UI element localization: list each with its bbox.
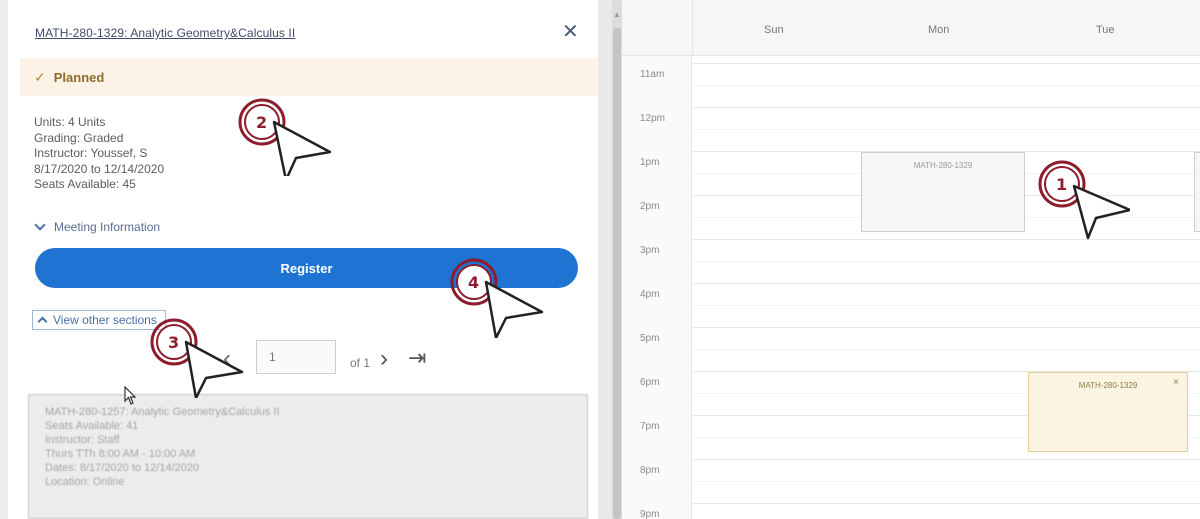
other-section-card[interactable]: MATH-280-1257: Analytic Geometry&Calculu… xyxy=(28,394,588,519)
tutorial-marker-3: 3 xyxy=(150,318,244,398)
other-section-location: Location: Online xyxy=(45,476,125,488)
time-label: 2pm xyxy=(640,201,660,212)
hour-gridline xyxy=(692,459,1200,460)
day-header-tue: Tue xyxy=(1096,24,1115,36)
other-section-title: MATH-280-1257: Analytic Geometry&Calculu… xyxy=(45,406,280,418)
time-label: 12pm xyxy=(640,113,666,124)
chevron-up-icon xyxy=(37,316,48,327)
remove-event-icon[interactable]: × xyxy=(1173,377,1179,388)
scrollbar-thumb[interactable] xyxy=(613,28,621,519)
calendar-event-tue[interactable]: MATH-280-1329 × xyxy=(1028,372,1188,452)
marker-number: 4 xyxy=(468,273,479,292)
half-hour-gridline xyxy=(692,481,1200,482)
cursor-arrow-icon xyxy=(1072,184,1130,240)
event-label: MATH-280-1329 xyxy=(1078,381,1138,390)
half-hour-gridline xyxy=(692,261,1200,262)
course-details: Units: 4 Units Grading: Graded Instructo… xyxy=(34,115,164,193)
next-page-icon[interactable]: › xyxy=(380,345,388,373)
hour-gridline xyxy=(692,283,1200,284)
time-label: 6pm xyxy=(640,377,660,388)
close-icon[interactable]: ✕ xyxy=(562,22,579,42)
other-section-seats: Seats Available: 41 xyxy=(45,420,139,432)
half-hour-gridline xyxy=(692,85,1200,86)
cursor-arrow-icon xyxy=(184,340,244,398)
seats-text: Seats Available: 45 xyxy=(34,177,136,191)
status-label: Planned xyxy=(53,69,105,85)
hour-gridline xyxy=(692,503,1200,504)
meeting-information-toggle[interactable]: Meeting Information xyxy=(34,219,161,234)
hour-gridline xyxy=(692,327,1200,328)
half-hour-gridline xyxy=(692,349,1200,350)
chevron-down-icon xyxy=(34,219,46,231)
half-hour-gridline xyxy=(692,129,1200,130)
time-label: 5pm xyxy=(640,333,660,344)
calendar-event-mon[interactable]: MATH-280-1329 xyxy=(861,152,1025,232)
other-section-dates: Dates: 8/17/2020 to 12/14/2020 xyxy=(45,462,200,474)
mouse-pointer-icon xyxy=(124,386,137,405)
check-icon: ✓ xyxy=(34,68,46,85)
calendar-event-partial[interactable] xyxy=(1194,152,1200,232)
view-other-sections-label: View other sections xyxy=(53,313,157,327)
tutorial-marker-4: 4 xyxy=(450,258,544,338)
hour-gridline xyxy=(692,63,1200,64)
units-text: Units: 4 Units xyxy=(34,115,106,129)
cursor-arrow-icon xyxy=(272,120,332,176)
calendar-header: Sun Mon Tue xyxy=(622,0,1200,56)
other-section-time: Thurs TTh 8:00 AM - 10:00 AM xyxy=(45,448,196,460)
time-label: 11am xyxy=(640,69,665,80)
tutorial-marker-2: 2 xyxy=(238,98,332,176)
time-label: 7pm xyxy=(640,421,660,432)
time-label: 3pm xyxy=(640,245,660,256)
header-divider xyxy=(692,0,693,56)
page-number-input[interactable] xyxy=(256,340,336,374)
status-banner: ✓ Planned xyxy=(20,58,598,96)
time-column xyxy=(622,56,692,519)
day-header-mon: Mon xyxy=(928,24,950,36)
marker-number: 1 xyxy=(1056,175,1067,194)
event-label: MATH-280-1329 xyxy=(913,161,973,170)
other-section-instructor: Instructor: Staff xyxy=(45,434,120,446)
instructor-text: Instructor: Youssef, S xyxy=(34,146,148,160)
marker-number: 2 xyxy=(256,113,267,132)
time-label: 9pm xyxy=(640,509,660,519)
time-label: 1pm xyxy=(640,157,660,168)
dates-text: 8/17/2020 to 12/14/2020 xyxy=(34,161,165,176)
scroll-up-icon[interactable]: ▲ xyxy=(612,10,622,24)
panel-divider xyxy=(598,0,612,519)
hour-gridline xyxy=(692,107,1200,108)
time-label: 4pm xyxy=(640,289,660,300)
course-title-link[interactable]: MATH-280-1329: Analytic Geometry&Calculu… xyxy=(35,26,295,40)
meeting-information-label: Meeting Information xyxy=(54,220,161,234)
tutorial-marker-1: 1 xyxy=(1038,160,1130,240)
cursor-arrow-icon xyxy=(484,280,544,338)
time-label: 8pm xyxy=(640,465,660,476)
grading-text: Grading: Graded xyxy=(34,130,124,145)
last-page-icon[interactable]: ⇥ xyxy=(408,345,426,371)
day-header-sun: Sun xyxy=(764,24,784,36)
half-hour-gridline xyxy=(692,305,1200,306)
marker-number: 3 xyxy=(168,333,179,352)
weekly-calendar: Sun Mon Tue MATH-280-1329 MATH-280-1329 … xyxy=(622,0,1200,519)
page-count-label: of 1 xyxy=(350,356,371,370)
